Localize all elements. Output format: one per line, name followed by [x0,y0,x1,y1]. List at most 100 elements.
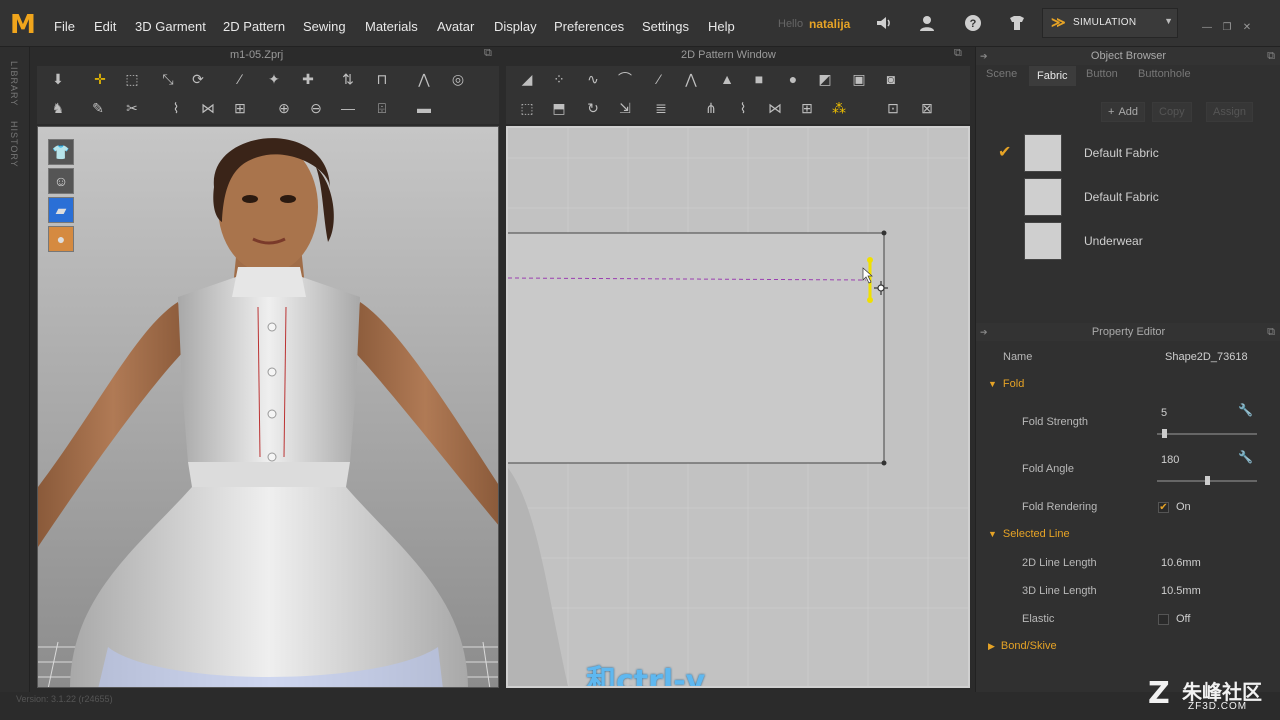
tab-history[interactable]: HISTORY [9,121,19,168]
fold-angle-value[interactable]: 180 [1161,454,1179,466]
name-value[interactable]: Shape2D_73618 [1165,351,1248,363]
fold-icon[interactable]: ⟳ [187,68,209,90]
circle-tool-icon[interactable]: ◎ [447,68,469,90]
tack-2d-icon[interactable]: ⁂ [828,97,850,119]
menu-display[interactable]: Display [494,19,537,34]
menu-3d-garment[interactable]: 3D Garment [135,19,206,34]
transform-icon[interactable]: ⤡ [157,68,179,90]
selected-line-section[interactable]: ▼ Selected Line [988,528,1070,540]
arrange-icon[interactable]: ⇅ [337,68,359,90]
help-icon[interactable]: ? [963,14,983,34]
menu-settings[interactable]: Settings [642,19,689,34]
close-icon[interactable]: ✕ [1240,22,1254,34]
add-fabric-button[interactable]: + Add [1101,102,1146,122]
internal-polygon-icon[interactable]: ◩ [814,68,836,90]
tape-icon[interactable]: ▬ [413,97,435,119]
assign-fabric-button[interactable]: Assign [1206,102,1254,122]
speaker-icon[interactable] [874,14,894,34]
popout-2d-icon[interactable]: ⧉ [954,47,962,60]
line2d-value[interactable]: 10.6mm [1161,557,1201,569]
add-point-icon[interactable]: ⁄ [648,68,670,90]
measure-icon[interactable]: ⋀ [413,68,435,90]
fabric-list-item[interactable]: ✔ Default Fabric [990,132,1270,174]
tuck-icon[interactable]: ⊓ [371,68,393,90]
box-select-icon[interactable]: ⬚ [121,68,143,90]
slider-handle[interactable] [1204,476,1210,485]
trace-icon[interactable]: ⬒ [548,97,570,119]
popout-browser-icon[interactable]: ⧉ [1267,47,1275,65]
fold-pattern-icon[interactable]: ↻ [582,97,604,119]
popout-property-icon[interactable]: ⧉ [1267,323,1275,341]
select-move-icon[interactable]: ✛ [89,68,111,90]
slider-handle[interactable] [1161,429,1167,438]
transform-pattern-icon[interactable]: ⬚ [516,97,538,119]
popout-icon[interactable]: ⧉ [484,47,492,60]
sew-grid-icon[interactable]: ⊞ [796,97,818,119]
tab-fabric[interactable]: Fabric [1029,66,1076,86]
zoom-box-icon[interactable]: ⊡ [882,97,904,119]
internal-rect-icon[interactable]: ▣ [848,68,870,90]
wrench-icon[interactable]: 🔧 [1238,450,1253,464]
fold-rendering-checkbox[interactable]: ✔ [1158,502,1169,513]
menu-file[interactable]: File [54,19,75,34]
user-icon[interactable] [917,14,937,34]
fold-strength-value[interactable]: 5 [1161,407,1167,419]
move-down-icon[interactable]: ⬇ [47,68,69,90]
tab-library[interactable]: LIBRARY [9,61,19,106]
offset-icon[interactable]: ⇲ [614,97,636,119]
collapse-arrow-icon[interactable]: ➔ [980,47,988,65]
polygon-fill-icon[interactable]: ▲ [716,68,738,90]
copy-fabric-button[interactable]: Copy [1152,102,1192,122]
edit-point-icon[interactable]: ⁘ [548,68,570,90]
avatar-icon[interactable]: ☺ [48,168,74,194]
pattern-grid-icon[interactable]: ⊞ [229,97,251,119]
seam-icon[interactable]: ⌇ [165,97,187,119]
polygon-icon[interactable]: ⋀ [680,68,702,90]
fold-strength-slider[interactable] [1157,429,1257,438]
avatar-skin-icon[interactable]: ● [48,226,74,252]
app-logo[interactable]: M [10,12,36,38]
segment-sew-icon[interactable]: ⋔ [700,97,722,119]
zipper-icon[interactable]: ⌹ [371,97,393,119]
elastic-checkbox[interactable] [1158,614,1169,625]
dropdown-arrow-icon[interactable]: ▼ [1164,16,1173,26]
3d-viewport[interactable]: 👕 ☺ ▰ ● [37,126,499,688]
stitch-icon[interactable]: ⋈ [197,97,219,119]
internal-circle-icon[interactable]: ◙ [880,68,902,90]
buttonhole-icon[interactable]: ⊖ [305,97,327,119]
menu-preferences[interactable]: Preferences [554,19,624,34]
curve-icon[interactable]: ∿ [582,68,604,90]
menu-sewing[interactable]: Sewing [303,19,346,34]
fabric-list-item[interactable]: Default Fabric [990,176,1270,218]
tack-icon[interactable]: ✚ [297,68,319,90]
menu-help[interactable]: Help [708,19,735,34]
menu-edit[interactable]: Edit [94,19,116,34]
line-icon[interactable]: — [337,97,359,119]
restore-icon[interactable]: ❐ [1220,22,1234,34]
edit-line-icon[interactable]: ∕ [229,68,251,90]
simulation-toggle[interactable]: ≫ SIMULATION ▼ [1042,8,1178,38]
curve-point-icon[interactable]: ⌒ [614,68,636,90]
garment-settings-icon[interactable] [1007,14,1027,34]
fabric-icon[interactable]: ▰ [48,197,74,223]
rectangle-icon[interactable]: ■ [748,68,770,90]
pin-icon[interactable]: ✦ [263,68,285,90]
bond-skive-section[interactable]: ▶ Bond/Skive [988,640,1057,652]
sew-check-icon[interactable]: ⋈ [764,97,786,119]
free-sew-icon[interactable]: ⌇ [732,97,754,119]
fold-section[interactable]: ▼ Fold [988,378,1024,390]
menu-materials[interactable]: Materials [365,19,418,34]
2d-pattern-viewport[interactable]: 和ctrl-v [506,126,970,688]
walk-icon[interactable]: ♞ [47,97,69,119]
menu-2d-pattern[interactable]: 2D Pattern [223,19,285,34]
zoom-fit-icon[interactable]: ⊠ [916,97,938,119]
scissors-icon[interactable]: ✂ [121,97,143,119]
username-label[interactable]: natalija [809,17,850,31]
tab-button[interactable]: Button [1086,68,1118,80]
minimize-icon[interactable]: — [1200,22,1214,34]
garment-icon[interactable]: 👕 [48,139,74,165]
circle-icon[interactable]: ● [782,68,804,90]
add-button-icon[interactable]: ⊕ [273,97,295,119]
tab-scene[interactable]: Scene [986,68,1017,80]
tab-buttonhole[interactable]: Buttonhole [1138,68,1191,80]
